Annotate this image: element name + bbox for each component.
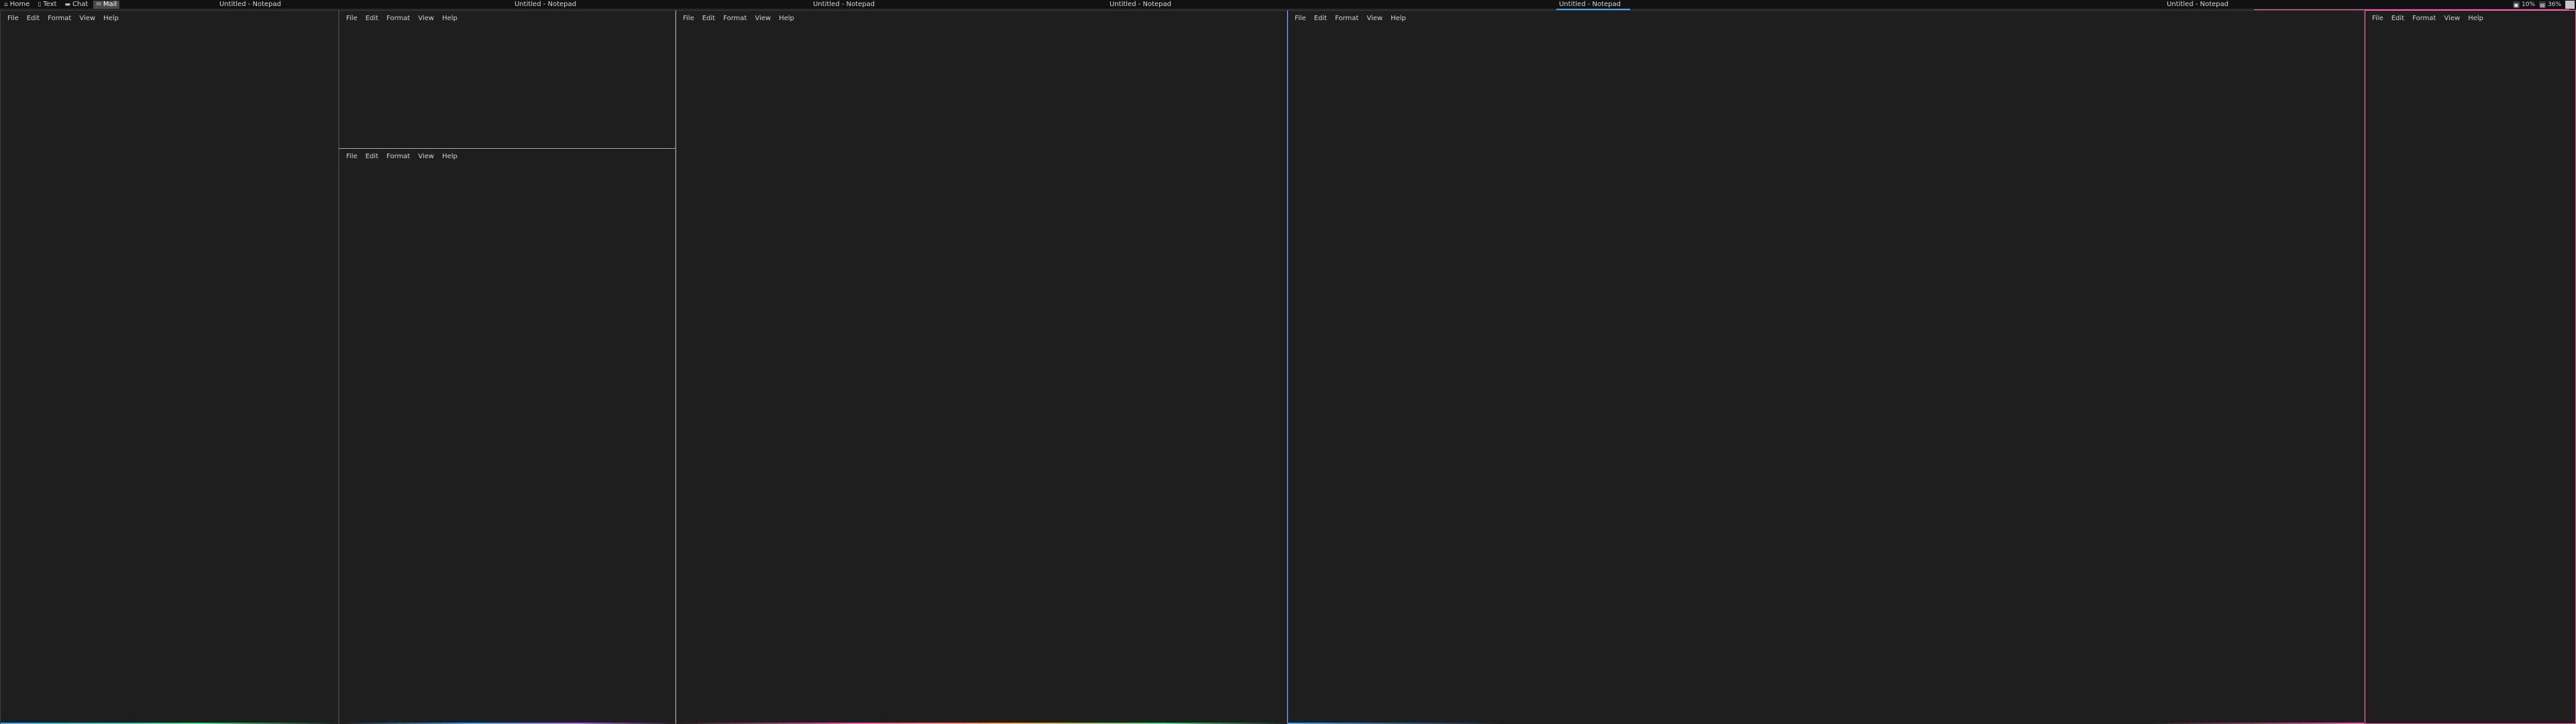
text-editor-area[interactable] — [2365, 25, 2575, 723]
text-editor-area[interactable] — [339, 164, 675, 723]
menu-file[interactable]: File — [346, 15, 362, 22]
menu-view[interactable]: View — [418, 153, 438, 160]
menu-help[interactable]: Help — [2468, 15, 2487, 22]
menu-bar: File Edit Format View Help — [1288, 11, 2364, 25]
window-title[interactable]: Untitled - Notepad — [813, 0, 875, 9]
menu-format[interactable]: Format — [48, 15, 75, 22]
notepad-window[interactable]: File Edit Format View Help — [1287, 10, 2365, 724]
cpu-icon: ▣ — [2512, 1, 2520, 8]
text-editor-area[interactable] — [1288, 25, 2364, 723]
menu-format[interactable]: Format — [2412, 15, 2440, 22]
mail-icon: ✉ — [96, 1, 101, 8]
notepad-window[interactable]: File Edit Format View Help — [2365, 10, 2576, 724]
text-editor-area[interactable] — [339, 25, 675, 148]
menu-file[interactable]: File — [1295, 15, 1310, 22]
window-title[interactable]: Untitled - Notepad — [1559, 0, 1621, 9]
window-title[interactable]: Untitled - Notepad — [2167, 0, 2229, 9]
memory-icon: ▤ — [2538, 1, 2546, 8]
system-tray: ▣ 10% ▤ 36% — [2512, 1, 2575, 9]
workspace-text[interactable]: ▯ Text — [35, 1, 59, 9]
menu-edit[interactable]: Edit — [1314, 15, 1331, 22]
menu-view[interactable]: View — [2444, 15, 2464, 22]
workspace-label: Text — [43, 1, 57, 8]
workspace-mail[interactable]: ✉ Mail — [93, 1, 120, 9]
menu-format[interactable]: Format — [723, 15, 751, 22]
notepad-window[interactable]: File Edit Format View Help — [0, 10, 339, 724]
menu-edit[interactable]: Edit — [366, 153, 382, 160]
notepad-window[interactable]: File Edit Format View Help — [339, 10, 676, 149]
window-title[interactable]: Untitled - Notepad — [1110, 0, 1171, 9]
menu-view[interactable]: View — [79, 15, 99, 22]
workspace-switcher: ⌂ Home ▯ Text ▬ Chat ✉ Mail — [1, 1, 120, 9]
menu-bar: File Edit Format View Help — [339, 149, 675, 164]
tray-block — [2565, 1, 2575, 9]
menu-view[interactable]: View — [418, 15, 438, 22]
menu-format[interactable]: Format — [1335, 15, 1362, 22]
memory-label: 36% — [2547, 1, 2561, 8]
cpu-indicator[interactable]: ▣ 10% — [2512, 1, 2535, 8]
memory-indicator[interactable]: ▤ 36% — [2538, 1, 2561, 8]
menu-format[interactable]: Format — [386, 15, 414, 22]
window-title[interactable]: Untitled - Notepad — [219, 0, 281, 9]
menu-file[interactable]: File — [2372, 15, 2387, 22]
menu-view[interactable]: View — [1366, 15, 1387, 22]
workspace-chat[interactable]: ▬ Chat — [62, 1, 91, 9]
text-editor-area[interactable] — [1, 25, 338, 723]
workspace-label: Mail — [103, 1, 117, 8]
text-editor-area[interactable] — [676, 25, 1287, 723]
chat-icon: ▬ — [64, 1, 70, 8]
cpu-label: 10% — [2521, 1, 2535, 8]
document-icon: ▯ — [38, 1, 42, 8]
menu-edit[interactable]: Edit — [702, 15, 719, 22]
menu-bar: File Edit Format View Help — [1, 11, 338, 25]
workspace-label: Home — [9, 1, 30, 8]
workspace-label: Chat — [72, 1, 89, 8]
menu-bar: File Edit Format View Help — [2365, 11, 2575, 25]
menu-edit[interactable]: Edit — [366, 15, 382, 22]
menu-view[interactable]: View — [755, 15, 775, 22]
window-title[interactable]: Untitled - Notepad — [515, 0, 576, 9]
menu-edit[interactable]: Edit — [2392, 15, 2408, 22]
menu-edit[interactable]: Edit — [27, 15, 44, 22]
menu-help[interactable]: Help — [442, 153, 462, 160]
menu-file[interactable]: File — [346, 153, 362, 160]
home-icon: ⌂ — [4, 1, 8, 8]
menu-file[interactable]: File — [7, 15, 23, 22]
menu-bar: File Edit Format View Help — [676, 11, 1287, 25]
notepad-window[interactable]: File Edit Format View Help — [339, 148, 676, 724]
workspace-home[interactable]: ⌂ Home — [1, 1, 32, 9]
menu-file[interactable]: File — [683, 15, 698, 22]
menu-bar: File Edit Format View Help — [339, 11, 675, 25]
menu-help[interactable]: Help — [103, 15, 123, 22]
menu-help[interactable]: Help — [442, 15, 462, 22]
menu-format[interactable]: Format — [386, 153, 414, 160]
menu-help[interactable]: Help — [1391, 15, 1410, 22]
notepad-window[interactable]: File Edit Format View Help — [676, 10, 1287, 724]
top-bar: ⌂ Home ▯ Text ▬ Chat ✉ Mail Untitled - N… — [0, 0, 2576, 9]
menu-help[interactable]: Help — [779, 15, 798, 22]
